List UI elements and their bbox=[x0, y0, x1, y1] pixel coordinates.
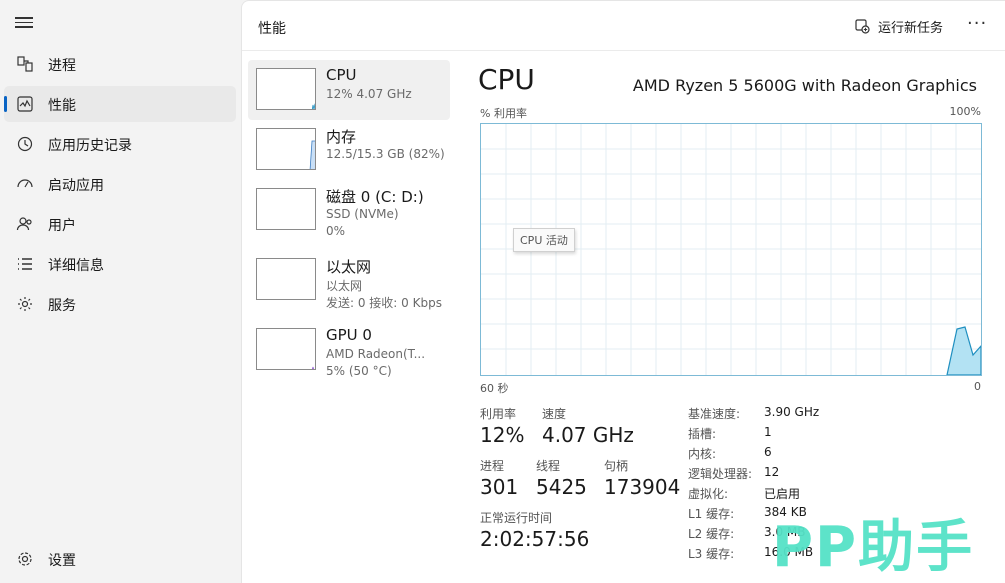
spec-key: 插槽: bbox=[688, 427, 717, 441]
nav-label: 应用历史记录 bbox=[48, 138, 132, 154]
nav-item-performance[interactable]: 性能 bbox=[4, 86, 236, 122]
y-axis-label: % 利用率 bbox=[480, 107, 527, 120]
watermark-logo: PP助手 bbox=[772, 515, 975, 580]
spec-key: 虚拟化: bbox=[688, 487, 729, 501]
nav-item-settings[interactable]: 设置 bbox=[4, 541, 236, 577]
nav-label: 用户 bbox=[48, 218, 76, 234]
uptime-value: 2:02:57:56 bbox=[480, 527, 590, 551]
ethernet-thumbnail-graph bbox=[256, 258, 316, 300]
device-name: GPU 0 bbox=[326, 326, 372, 344]
threads-label: 线程 bbox=[536, 459, 561, 473]
nav-item-startup[interactable]: 启动应用 bbox=[4, 166, 236, 202]
cpu-usage-series bbox=[946, 326, 982, 376]
run-new-task-button[interactable]: 运行新任务 bbox=[854, 11, 943, 41]
device-stat: 0% bbox=[326, 224, 346, 238]
nav-item-processes[interactable]: 进程 bbox=[4, 46, 236, 82]
nav-label: 服务 bbox=[48, 298, 76, 314]
nav-label: 启动应用 bbox=[48, 178, 104, 194]
device-name: 以太网 bbox=[326, 258, 372, 276]
more-options-icon[interactable]: ··· bbox=[967, 13, 987, 34]
util-label: 利用率 bbox=[480, 407, 517, 421]
spec-key: 逻辑处理器: bbox=[688, 467, 753, 481]
device-stat: 发送: 0 接收: 0 Kbps bbox=[326, 296, 442, 310]
x-axis-right-label: 0 bbox=[974, 380, 981, 393]
nav-item-users[interactable]: 用户 bbox=[4, 206, 236, 242]
spec-value: 3.90 GHz bbox=[764, 405, 820, 419]
run-task-icon bbox=[855, 19, 870, 34]
top-bar: 性能 运行新任务 ··· bbox=[242, 1, 1005, 51]
device-name: 内存 bbox=[326, 128, 357, 146]
memory-thumbnail-graph bbox=[256, 128, 316, 170]
nav-label: 详细信息 bbox=[48, 258, 104, 274]
detail-title: CPU bbox=[478, 63, 535, 96]
device-memory[interactable]: 内存 12.5/15.3 GB (82%) bbox=[248, 120, 450, 180]
nav-label: 进程 bbox=[48, 58, 76, 74]
nav-label: 性能 bbox=[48, 98, 76, 114]
speed-value: 4.07 GHz bbox=[542, 423, 634, 447]
util-value: 12% bbox=[480, 423, 525, 447]
spec-value: 6 bbox=[764, 445, 772, 459]
spec-key: L1 缓存: bbox=[688, 507, 735, 521]
page-title: 性能 bbox=[258, 21, 286, 37]
threads-value: 5425 bbox=[536, 475, 587, 499]
nav-item-services[interactable]: 服务 bbox=[4, 286, 236, 322]
device-gpu[interactable]: GPU 0 AMD Radeon(T... 5% (50 °C) bbox=[248, 320, 450, 380]
device-disk[interactable]: 磁盘 0 (C: D:) SSD (NVMe) 0% bbox=[248, 180, 450, 240]
active-indicator bbox=[4, 96, 7, 112]
device-stat: 12% 4.07 GHz bbox=[326, 87, 412, 101]
graph-tooltip: CPU 活动 bbox=[513, 228, 575, 252]
handles-label: 句柄 bbox=[604, 459, 629, 473]
spec-value: 1 bbox=[764, 425, 772, 439]
y-axis-max: 100% bbox=[949, 105, 981, 118]
hamburger-menu-icon[interactable] bbox=[14, 14, 34, 32]
details-icon bbox=[18, 258, 32, 270]
cpu-model: AMD Ryzen 5 5600G with Radeon Graphics bbox=[632, 76, 977, 95]
spec-key: L3 缓存: bbox=[688, 547, 735, 561]
speed-label: 速度 bbox=[542, 407, 567, 421]
device-stat: SSD (NVMe) bbox=[326, 207, 399, 221]
history-icon bbox=[17, 136, 33, 152]
device-stat: 12.5/15.3 GB (82%) bbox=[326, 147, 445, 161]
handles-value: 173904 bbox=[604, 475, 681, 499]
nav-label: 设置 bbox=[48, 553, 76, 569]
cpu-thumbnail-graph bbox=[256, 68, 316, 110]
startup-icon bbox=[17, 179, 33, 188]
services-icon bbox=[18, 297, 32, 311]
nav-pane: 进程 性能 应用历史记录 启动应用 用户 详细信息 服务 设置 bbox=[0, 0, 241, 583]
spec-key: 基准速度: bbox=[688, 407, 741, 421]
spec-value: 已启用 bbox=[764, 487, 801, 501]
spec-value: 12 bbox=[764, 465, 780, 479]
processes-icon bbox=[17, 56, 33, 72]
gpu-thumbnail-graph bbox=[256, 328, 316, 370]
performance-icon bbox=[17, 96, 33, 112]
users-icon bbox=[16, 217, 32, 231]
processes-label: 进程 bbox=[480, 459, 505, 473]
nav-item-details[interactable]: 详细信息 bbox=[4, 246, 236, 282]
device-stat: 以太网 bbox=[326, 279, 363, 293]
device-name: CPU bbox=[326, 66, 357, 84]
device-ethernet[interactable]: 以太网 以太网 发送: 0 接收: 0 Kbps bbox=[248, 250, 450, 310]
x-axis-left-label: 60 秒 bbox=[480, 382, 509, 395]
uptime-label: 正常运行时间 bbox=[480, 511, 553, 525]
device-cpu[interactable]: CPU 12% 4.07 GHz bbox=[248, 60, 450, 120]
settings-gear-icon bbox=[18, 552, 32, 566]
nav-item-app-history[interactable]: 应用历史记录 bbox=[4, 126, 236, 162]
device-stat: AMD Radeon(T... bbox=[326, 347, 426, 361]
spec-key: 内核: bbox=[688, 447, 717, 461]
device-name: 磁盘 0 (C: D:) bbox=[326, 188, 424, 206]
main-panel: 性能 运行新任务 ··· CPU 12% 4.07 GHz 内存 12.5/15… bbox=[241, 0, 1005, 583]
run-task-label: 运行新任务 bbox=[878, 20, 944, 36]
device-stat: 5% (50 °C) bbox=[326, 364, 392, 378]
disk-thumbnail-graph bbox=[256, 188, 316, 230]
processes-value: 301 bbox=[480, 475, 519, 499]
spec-key: L2 缓存: bbox=[688, 527, 735, 541]
